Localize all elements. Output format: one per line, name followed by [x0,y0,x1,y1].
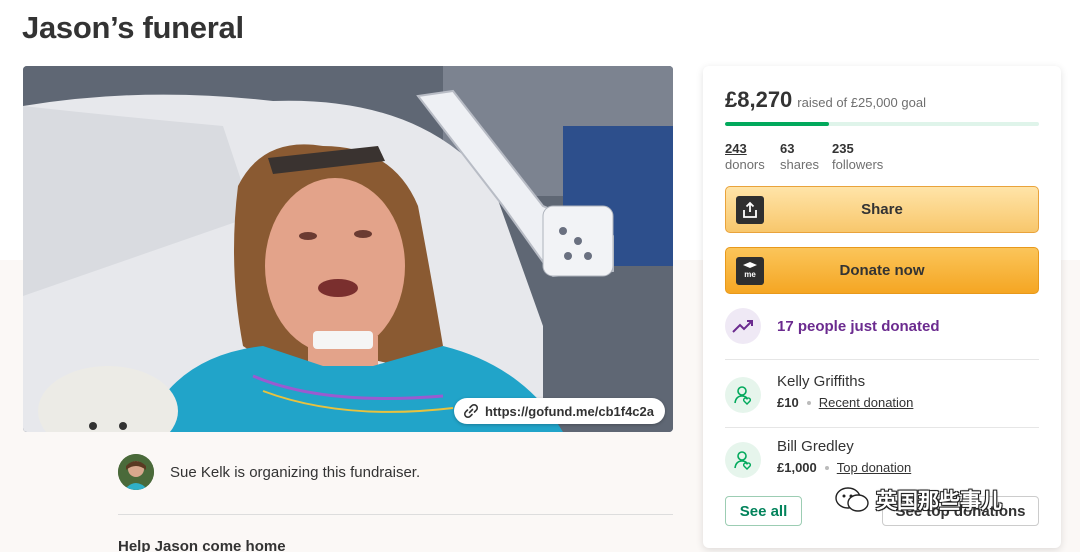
donor-heart-icon [725,377,761,413]
share-icon [736,196,764,224]
raised-summary: £8,270 raised of £25,000 goal [725,87,926,113]
donor-name: Kelly Griffiths [777,373,866,390]
see-all-button[interactable]: See all [725,496,802,526]
stat-shares-value: 63 [780,141,795,156]
raised-goal: raised of £25,000 goal [797,95,926,110]
wechat-icon [835,487,869,512]
progress-bar-fill [725,122,829,126]
share-link-url: https://gofund.me/cb1f4c2a [484,403,654,419]
divider [725,427,1039,428]
share-link-chip[interactable]: https://gofund.me/cb1f4c2a [453,398,665,424]
stat-followers-label: followers [832,157,884,172]
separator-dot [806,400,811,405]
progress-bar [725,122,1039,126]
stat-donors-value: 243 [725,141,747,156]
campaign-photo[interactable]: https://gofund.me/cb1f4c2a [23,66,673,432]
campaign-photo-illustration [23,66,673,432]
divider [118,514,673,515]
donation-kind-link[interactable]: Top donation [837,460,911,475]
stat-followers: 235 followers [832,141,883,173]
donate-now-button[interactable]: me Donate now [725,247,1039,294]
trending-up-icon [725,308,761,344]
recent-donors-text[interactable]: 17 people just donated [777,318,940,335]
avatar-image [118,454,154,490]
stat-shares-label: shares [780,157,820,172]
stat-shares: 63 shares [780,141,832,173]
recent-activity: 17 people just donated [725,308,940,344]
donor-heart-icon [725,442,761,478]
stat-donors[interactable]: 243 donors [725,141,780,173]
donor-name: Bill Gredley [777,438,854,455]
donate-icon-text: me [744,270,756,279]
donation-item: Bill Gredley £1,000 Top donation [725,438,911,478]
share-button-label: Share [861,201,903,218]
gofundme-logo-icon: me [736,257,764,285]
donate-now-label: Donate now [839,262,925,279]
campaign-stats: 243 donors 63 shares 235 followers [725,141,883,173]
story-heading: Help Jason come home [118,538,286,552]
donation-amount: £1,000 [777,460,817,475]
donation-kind-link[interactable]: Recent donation [819,395,914,410]
divider [725,359,1039,360]
watermark: 英国那些事儿 [834,485,1002,515]
stat-followers-value: 235 [832,141,854,156]
organizer-avatar[interactable] [118,454,154,490]
stat-donors-label: donors [725,157,765,172]
organizer-text: Sue Kelk is organizing this fundraiser. [170,463,421,481]
raised-amount: £8,270 [725,87,793,112]
donation-sidebar-card: £8,270 raised of £25,000 goal 243 donors… [703,66,1061,548]
separator-dot [824,465,829,470]
page-title: Jason’s funeral [22,10,244,45]
share-button[interactable]: Share [725,186,1039,233]
watermark-text: 英国那些事儿 [876,490,1002,513]
organizer-row: Sue Kelk is organizing this fundraiser. [118,454,420,490]
link-icon [463,403,478,419]
donation-item: Kelly Griffiths £10 Recent donation [725,373,913,413]
donation-amount: £10 [777,395,799,410]
